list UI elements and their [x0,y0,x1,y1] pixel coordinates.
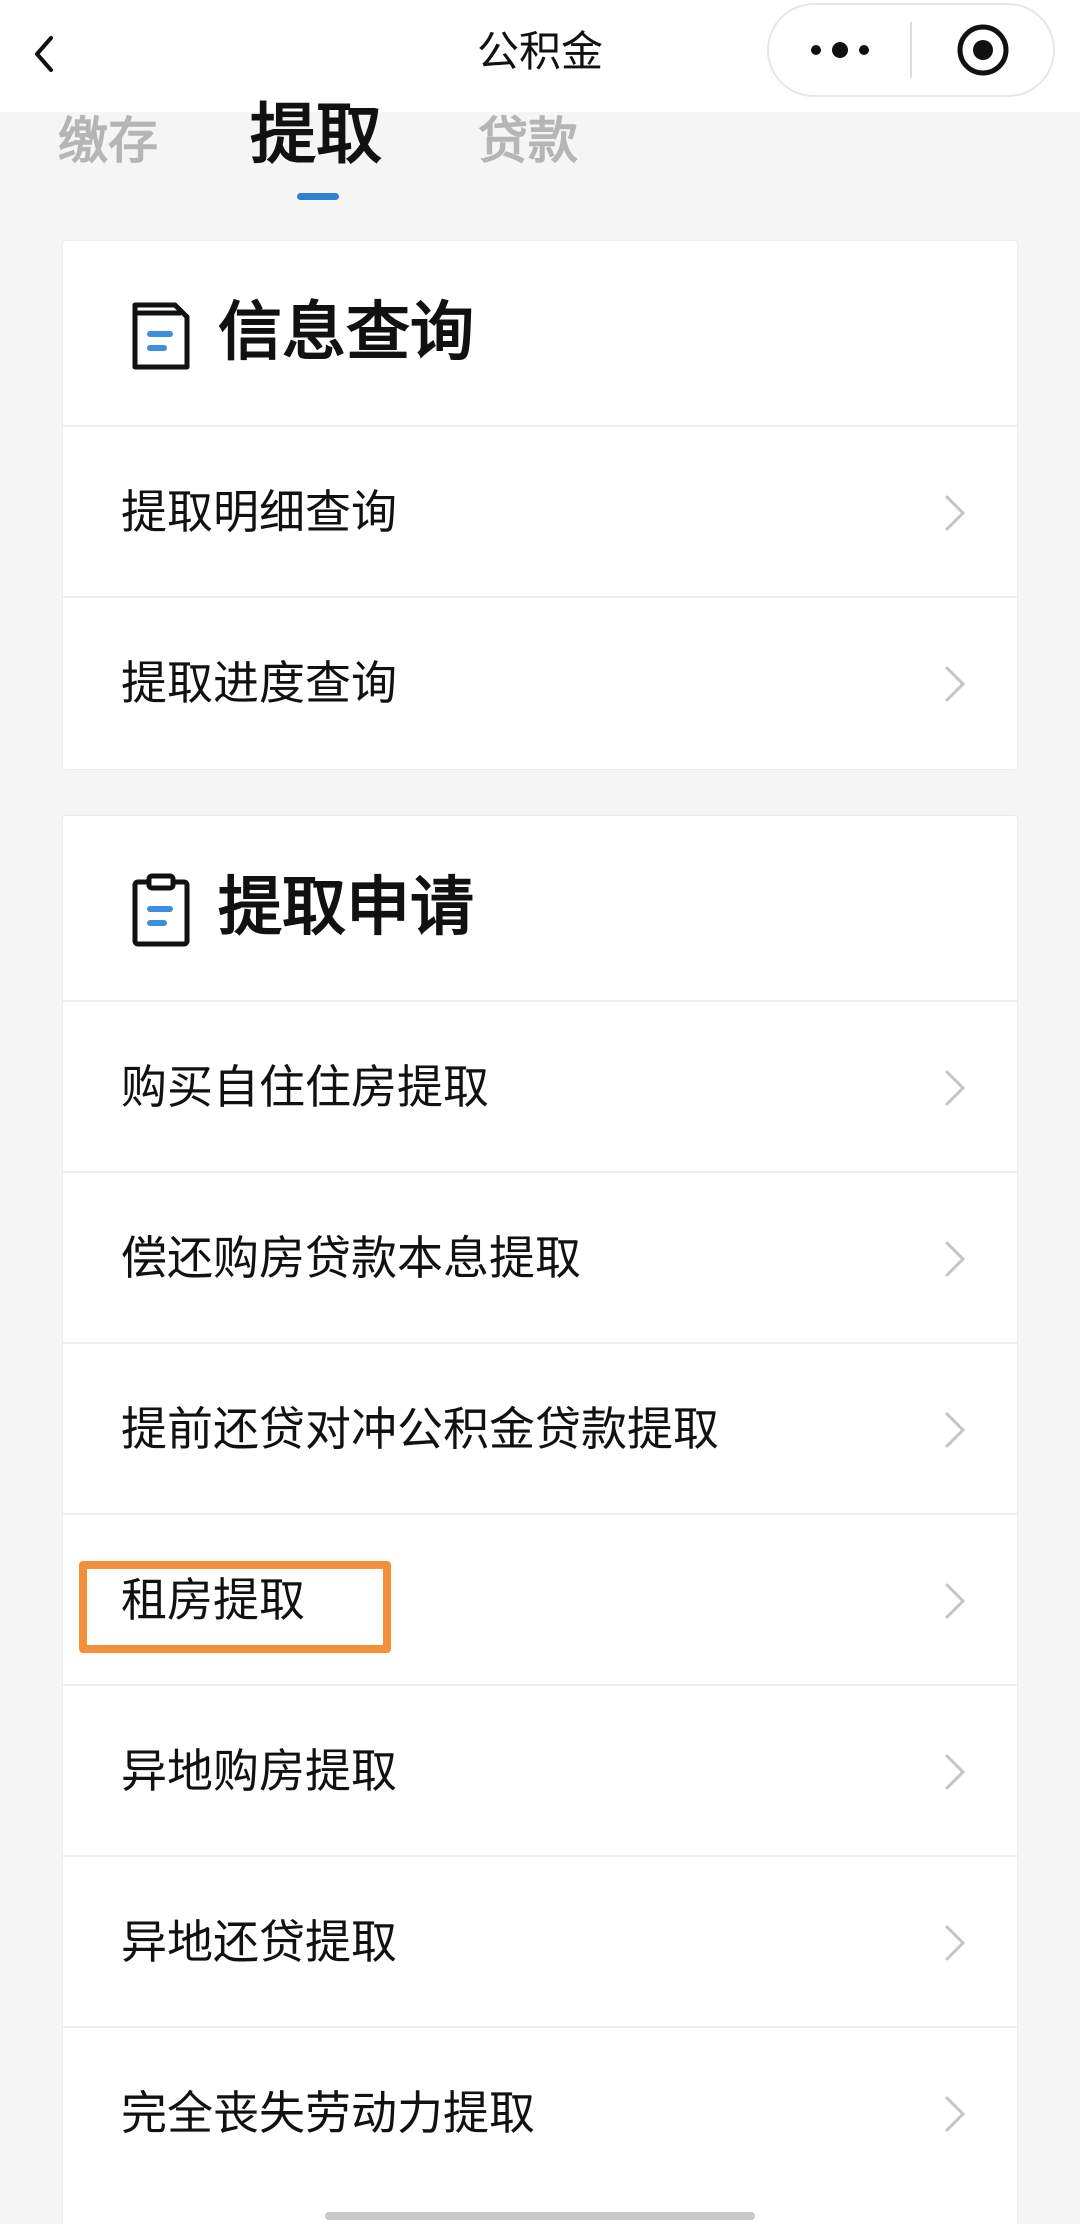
list-item-label: 异地购房提取 [121,1744,397,1798]
list-item[interactable]: 提取明细查询 [63,427,1017,598]
more-button[interactable] [769,5,910,95]
list-item-label: 提取进度查询 [121,656,397,710]
info-query-header: 信息查询 [63,241,1017,427]
list-item[interactable]: 偿还购房贷款本息提取 [63,1173,1017,1344]
list-item[interactable]: 异地购房提取 [63,1686,1017,1857]
document-icon [132,302,190,370]
chevron-right-icon [945,666,966,702]
clipboard-icon [132,873,190,947]
list-item[interactable]: 提取进度查询 [63,598,1017,769]
chevron-right-icon [945,2096,966,2132]
list-item-label: 购买自住住房提取 [121,1060,489,1114]
list-item-label: 异地还贷提取 [121,1915,397,1969]
withdraw-apply-title: 提取申请 [218,871,474,945]
back-button[interactable] [14,24,74,84]
tab-deposit[interactable]: 缴存 [58,101,158,181]
chevron-right-icon [945,1412,966,1448]
chevron-right-icon [945,1754,966,1790]
info-query-card: 信息查询 提取明细查询 提取进度查询 [62,240,1018,770]
tab-loan[interactable]: 贷款 [478,101,578,181]
chevron-right-icon [945,1583,966,1619]
more-dots-icon [810,42,869,58]
tab-bar: 缴存 提取 贷款 [0,95,1080,205]
info-query-title: 信息查询 [218,296,474,370]
list-item-label: 提取明细查询 [121,485,397,539]
list-item-label: 租房提取 [121,1573,305,1627]
list-item[interactable]: 异地还贷提取 [63,1857,1017,2028]
chevron-right-icon [945,1241,966,1277]
chevron-right-icon [945,1070,966,1106]
list-item[interactable]: 完全丧失劳动力提取 [63,2028,1017,2199]
list-item-label: 提前还贷对冲公积金贷款提取 [121,1402,719,1456]
withdraw-apply-card: 提取申请 购买自住住房提取 偿还购房贷款本息提取 提前还贷对冲公积金贷款提取 租… [62,815,1018,2224]
chevron-right-icon [945,1925,966,1961]
list-item-label: 完全丧失劳动力提取 [121,2086,535,2140]
withdraw-apply-header: 提取申请 [63,816,1017,1002]
list-item[interactable]: 提前还贷对冲公积金贷款提取 [63,1344,1017,1515]
list-item-label: 偿还购房贷款本息提取 [121,1231,581,1285]
page: 公积金 缴存 提取 贷款 信息查询 提取明细查询 提取进度查询 提取申请 购买自… [0,0,1080,2224]
list-item-rent-withdraw[interactable]: 租房提取 [63,1515,1017,1686]
chevron-left-icon [35,36,53,72]
close-button[interactable] [912,5,1053,95]
home-indicator[interactable] [325,2212,755,2220]
list-item[interactable]: 购买自住住房提取 [63,1002,1017,1173]
tab-withdraw[interactable]: 提取 [250,95,382,175]
chevron-right-icon [945,495,966,531]
target-icon [957,24,1008,76]
active-tab-indicator [297,193,339,200]
mini-program-capsule [767,3,1055,97]
